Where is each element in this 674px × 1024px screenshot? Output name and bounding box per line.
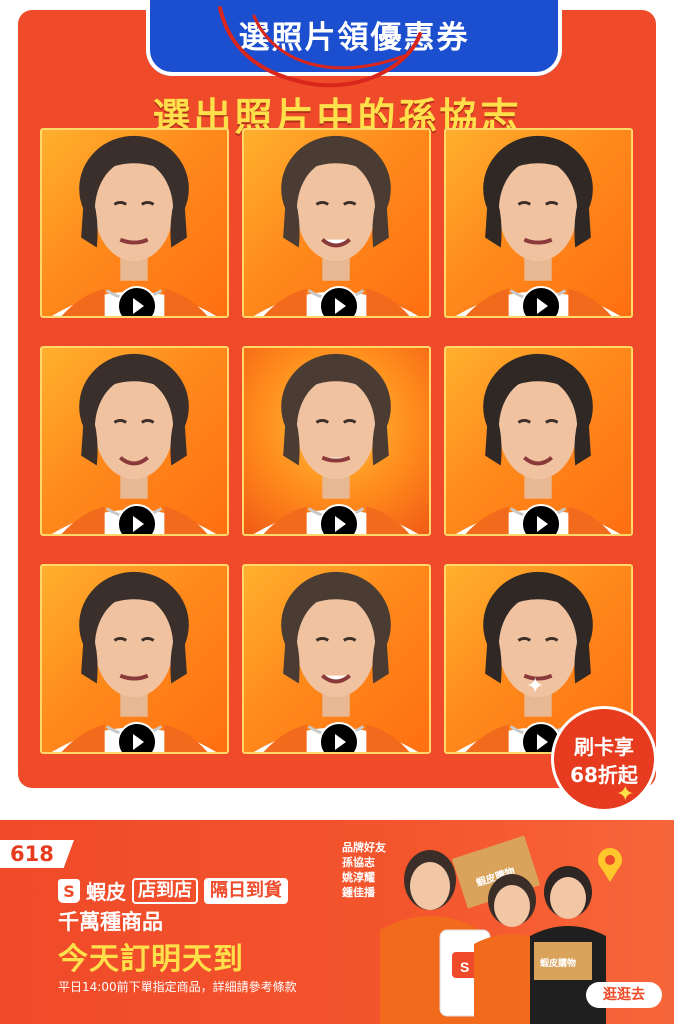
sparkle-icon: ✦ [526, 674, 545, 699]
location-pin-icon [598, 848, 622, 882]
sparkle-icon: ✦ [616, 782, 635, 807]
photo-option-tile[interactable] [40, 564, 229, 754]
brand-row: S 蝦皮 店到店 隔日到貨 [58, 876, 288, 905]
go-shopping-button[interactable]: 逛逛去 [586, 982, 662, 1008]
shopee-logo-icon: S [58, 878, 80, 903]
photo-option-tile[interactable] [444, 128, 633, 318]
discount-badge-line1: 刷卡享 [574, 735, 634, 759]
play-icon[interactable] [520, 504, 561, 534]
banner-subheadline: 千萬種商品 [58, 910, 163, 934]
play-icon[interactable] [318, 504, 359, 534]
play-icon[interactable] [116, 722, 157, 752]
photo-grid [40, 128, 633, 754]
play-icon[interactable] [318, 722, 359, 752]
store-to-store-chip: 店到店 [132, 877, 198, 904]
banner-terms-note: 平日14:00前下單指定商品，詳細請參考條款 [58, 980, 297, 994]
quiz-header-label: 選照片領優惠券 [238, 20, 470, 56]
photo-option-tile[interactable] [242, 128, 431, 318]
card-discount-badge[interactable]: 刷卡享 68折起 [551, 706, 657, 812]
play-icon[interactable] [318, 286, 359, 316]
next-day-chip: 隔日到貨 [204, 877, 288, 904]
photo-option-tile[interactable] [40, 346, 229, 536]
shopee-promo-banner[interactable]: 618 S 蝦皮 店到店 隔日到貨 千萬種商品 今天訂明天到 平日14:00前下… [0, 820, 674, 1024]
photo-option-tile[interactable] [242, 346, 431, 536]
svg-text:S: S [460, 959, 469, 975]
photo-option-tile[interactable] [444, 346, 633, 536]
play-icon[interactable] [520, 286, 561, 316]
event-618-badge: 618 [0, 840, 74, 868]
photo-option-tile[interactable] [40, 128, 229, 318]
quiz-header-tab: 選照片領優惠券 [146, 0, 562, 76]
box-label: 蝦皮購物 [540, 957, 576, 968]
play-icon[interactable] [116, 286, 157, 316]
photo-quiz-card: 選照片領優惠券 選出照片中的孫協志 刷卡享 68折起 ✦ ✦ [18, 0, 657, 812]
discount-badge-line2: 68折起 [570, 763, 638, 787]
play-icon[interactable] [116, 504, 157, 534]
photo-option-tile[interactable] [242, 564, 431, 754]
brand-name: 蝦皮 [86, 880, 126, 904]
banner-headline: 今天訂明天到 [58, 942, 244, 977]
